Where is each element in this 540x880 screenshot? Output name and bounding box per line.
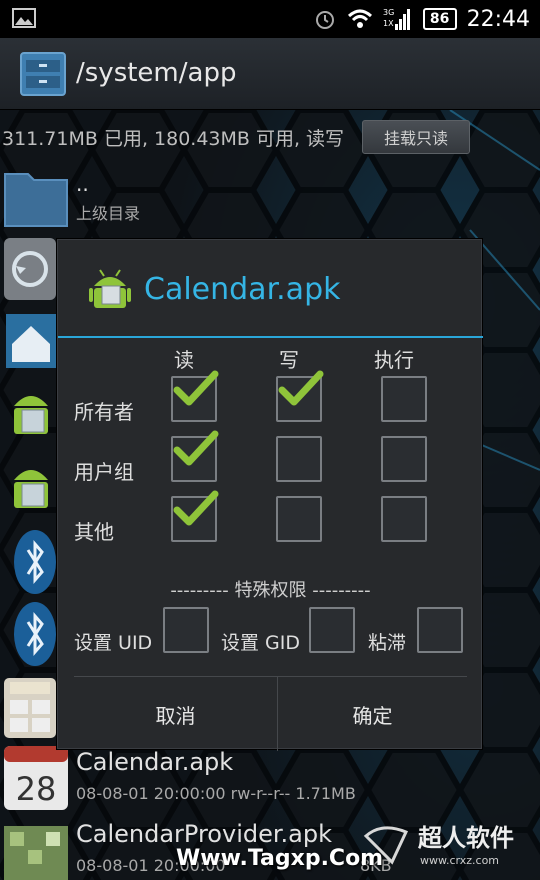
logo-text: 超人软件 (418, 824, 514, 852)
folder-icon (4, 173, 68, 227)
permissions-dialog: Calendar.apk 读 写 执行 所有者 用户组 其他 ---------… (57, 239, 483, 751)
file-name: Calendar.apk (76, 748, 234, 776)
battery-icon: 86 (422, 8, 457, 30)
storage-usage-text: 311.71MB 已用, 180.43MB 可用, 读写 (2, 128, 345, 150)
svg-text:1X: 1X (383, 19, 394, 28)
file-cabinet-icon[interactable] (20, 52, 66, 96)
row-label-group: 用户组 (74, 460, 134, 484)
owner-read-checkbox[interactable] (171, 370, 219, 422)
calculator-app-icon (4, 678, 56, 738)
owner-execute-checkbox[interactable] (381, 376, 427, 422)
group-write-checkbox[interactable] (276, 436, 322, 482)
others-execute-checkbox[interactable] (381, 496, 427, 542)
storage-info-bar: 311.71MB 已用, 180.43MB 可用, 读写 挂载只读 (0, 118, 540, 158)
svg-text:3G: 3G (383, 8, 394, 17)
checkmark-icon (173, 370, 219, 406)
checkmark-icon (173, 490, 219, 526)
signal-3g-icon: 3G 1X (383, 8, 410, 30)
others-read-checkbox[interactable] (171, 490, 219, 542)
watermark-logo: 超人软件 www.crxz.com (362, 818, 530, 870)
parent-dir-name: .. (76, 172, 89, 196)
row-label-owner: 所有者 (74, 400, 134, 424)
restore-app-icon (4, 238, 56, 300)
android-apk-icon (89, 269, 131, 308)
watermark-site: Www.Tagxp.Com (176, 846, 384, 871)
sticky-checkbox[interactable] (417, 607, 463, 653)
special-permissions-header: --------- 特殊权限 --------- (170, 580, 371, 601)
clock: 22:44 (466, 6, 530, 32)
android-app-icon (14, 470, 48, 508)
row-label-others: 其他 (74, 520, 114, 544)
setgid-checkbox[interactable] (309, 607, 355, 653)
file-meta: 08-08-01 20:00:00 rw-r--r-- 1.71MB (76, 784, 356, 803)
checkmark-icon (278, 370, 324, 406)
bluetooth-app-icon (14, 530, 56, 594)
ok-button[interactable]: 确定 (278, 677, 467, 751)
provider-icon (4, 826, 68, 880)
title-bar: /system/app (0, 38, 540, 110)
cancel-button[interactable]: 取消 (74, 677, 277, 751)
others-write-checkbox[interactable] (276, 496, 322, 542)
android-app-icon (14, 396, 48, 434)
setuid-label: 设置 UID (74, 632, 153, 654)
calendar-28-icon: 28 (2, 744, 70, 812)
current-path: /system/app (76, 58, 237, 88)
wifi-icon (347, 9, 372, 28)
group-read-checkbox[interactable] (171, 430, 219, 482)
dialog-header: Calendar.apk (58, 240, 483, 338)
logo-url: www.crxz.com (420, 854, 499, 867)
checkmark-icon (173, 430, 219, 466)
file-name: CalendarProvider.apk (76, 820, 332, 848)
group-execute-checkbox[interactable] (381, 436, 427, 482)
list-item-calendar[interactable]: 28 Calendar.apk 08-08-01 20:00:00 rw-r--… (0, 742, 540, 816)
list-item-parent[interactable]: .. 上级目录 (0, 160, 540, 232)
status-bar: 3G 1X 86 22:44 (0, 0, 540, 38)
owner-write-checkbox[interactable] (276, 370, 324, 422)
alarm-icon (315, 11, 334, 29)
dialog-footer: 取消 确定 (74, 676, 467, 751)
mount-readonly-button[interactable]: 挂载只读 (362, 120, 470, 154)
calendar-date-number: 28 (16, 770, 57, 808)
dialog-title: Calendar.apk (144, 272, 341, 307)
column-execute: 执行 (374, 348, 414, 372)
setuid-checkbox[interactable] (163, 607, 209, 653)
parent-dir-label: 上级目录 (76, 204, 141, 223)
home-app-icon (6, 314, 56, 368)
sticky-label: 粘滞 (368, 632, 407, 654)
setgid-label: 设置 GID (221, 632, 300, 654)
bluetooth-app-icon (14, 602, 56, 666)
image-notification-icon (12, 8, 36, 28)
